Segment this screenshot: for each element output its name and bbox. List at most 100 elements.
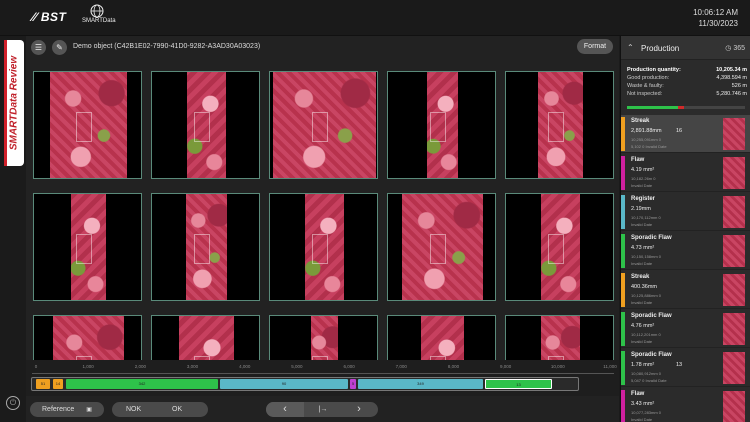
timeline-segment[interactable]: 13 [485, 379, 552, 389]
defect-list-item[interactable]: Streak 2,891.88mm 16 10,255,091mm 0 5,102 0 … [621, 115, 750, 153]
defect-position: 10,255,091mm 0 [631, 137, 662, 142]
defect-name: Flaw [631, 391, 645, 397]
edit-icon[interactable]: ✎ [52, 40, 67, 55]
defect-date: 5,102 0 Invalid Date [631, 144, 667, 149]
stat-row: Not inspected: 5,280.746 m [627, 90, 747, 98]
defect-list-item[interactable]: Flaw 4.19 mm² 10,182.26m 0 Invalid Date [621, 154, 750, 192]
timeline-segment[interactable]: 51 [36, 379, 50, 389]
left-strip: SMARTData Review ⏻ [0, 36, 26, 422]
jump-to-end-icon[interactable]: |→ [306, 402, 340, 417]
defect-image-thumbnail[interactable] [269, 193, 378, 301]
defect-position: 10,077,283mm 0 [631, 410, 662, 415]
defect-image-thumbnail[interactable] [33, 193, 142, 301]
timeline-tick-label: 5,000 [291, 364, 303, 369]
timeline-tick-label: 0 [34, 364, 38, 369]
stat-label: Not inspected: [627, 91, 663, 97]
defect-list: Streak 2,891.88mm 16 10,255,091mm 0 5,102 0 … [621, 115, 750, 422]
defect-list-item[interactable]: Streak 400.36mm 10,125,886mm 0 Invalid Dat… [621, 271, 750, 309]
bst-logo: ⁄⁄ BST [32, 10, 67, 24]
timeline-tick-label: 8,000 [447, 364, 460, 369]
stat-value: 526 m [731, 83, 747, 89]
defect-list-item[interactable]: Flaw 3.43 mm² 10,077,283mm 0 Invalid Date [621, 388, 750, 422]
nok-ok-toggle: NOK OK [112, 402, 208, 417]
timeline-tick-label: 7,000 [395, 364, 407, 369]
defect-value: 4.76 mm² [631, 323, 655, 329]
power-icon[interactable]: ⏻ [6, 396, 20, 410]
defect-position: 10,170,112mm 0 [631, 215, 661, 220]
defect-list-item[interactable]: Sporadic Flaw 4.73 mm² 10,150,158mm 0 Inva… [621, 232, 750, 270]
clock-time: 10:06:12 AM [693, 8, 738, 17]
smartdata-review-tab[interactable]: SMARTData Review [4, 40, 24, 166]
defect-date: Invalid Date [631, 417, 653, 422]
defect-position: 10,112,201mm 0 [631, 332, 661, 337]
defect-list-item[interactable]: Sporadic Flaw 4.76 mm² 10,112,201mm 0 Inva… [621, 310, 750, 348]
smartdata-logo: SMARTData [82, 4, 116, 24]
defect-date: Invalid Date [631, 339, 653, 344]
defect-image-thumbnail[interactable] [151, 71, 260, 179]
image-viewer: ☰ ✎ Demo object (C42B1E02-7990-41D0-9282… [26, 36, 619, 422]
defect-count: 16 [676, 128, 683, 134]
defect-position: 10,150,158mm 0 [631, 254, 662, 259]
timeline-segment[interactable]: 342 [66, 379, 218, 389]
bottom-bar: Reference ▣ NOK OK ‹ |→ › [26, 398, 619, 422]
defect-category-bar [621, 273, 625, 307]
tab-label-smart: SMART [8, 114, 20, 151]
defect-list-item[interactable]: Register 2.19mm 10,170,112mm 0 Invalid Dat… [621, 193, 750, 231]
defect-image-thumbnail[interactable] [505, 193, 614, 301]
defect-category-bar [621, 156, 625, 190]
clock: 10:06:12 AM 11/30/2023 [693, 7, 738, 29]
defect-date: 5,047 0 Invalid Date [631, 378, 667, 383]
defect-value: 4.73 mm² [631, 245, 655, 251]
defect-thumbnail [723, 274, 745, 306]
waste-progress-fill [677, 106, 684, 109]
defect-image-thumbnail[interactable] [505, 71, 614, 179]
timeline-bar[interactable]: 51 14 342 90 5 349 13 [31, 377, 579, 391]
event-count: ◷ 365 [725, 45, 745, 52]
defect-list-item[interactable]: Sporadic Flaw 1.78 mm² 13 10,080,912mm 0 5,0… [621, 349, 750, 387]
defect-marker [430, 234, 446, 264]
defect-date: Invalid Date [631, 183, 653, 188]
clock-date: 11/30/2023 [698, 19, 738, 28]
next-icon[interactable]: › [340, 402, 378, 417]
menu-icon[interactable]: ☰ [31, 40, 46, 55]
timeline-tick-label: 2,000 [134, 364, 146, 369]
timeline-segment[interactable]: 349 [358, 379, 483, 389]
defect-marker [548, 112, 564, 142]
nok-button[interactable]: NOK [126, 402, 141, 417]
defect-name: Flaw [631, 157, 645, 163]
defect-position: 10,125,886mm 0 [631, 293, 662, 298]
defect-category-bar [621, 351, 625, 385]
globe-icon [90, 4, 104, 18]
collapse-icon[interactable]: ⌃ [627, 43, 634, 52]
defect-image-thumbnail[interactable] [33, 71, 142, 179]
defect-image-thumbnail[interactable] [387, 193, 496, 301]
defect-value: 2.19mm [631, 206, 651, 212]
defect-thumbnail [723, 118, 745, 150]
defect-image-grid [33, 71, 615, 389]
defect-marker [76, 112, 92, 142]
defect-thumbnail [723, 157, 745, 189]
defect-image-thumbnail[interactable] [151, 193, 260, 301]
timeline[interactable]: 0 1,000 2,000 3,000 4,000 5,000 6,000 7,000 8,00… [26, 360, 619, 396]
defect-name: Sporadic Flaw [631, 352, 672, 358]
defect-name: Streak [631, 274, 650, 280]
timeline-tick-label: 9,000 [499, 364, 512, 369]
defect-image-thumbnail[interactable] [269, 71, 378, 179]
format-button[interactable]: Format [577, 39, 613, 54]
timeline-tick-label: 3,000 [186, 364, 199, 369]
defect-category-bar [621, 390, 625, 422]
object-title: Demo object (C42B1E02-7990-41D0-9282-A3A… [73, 43, 261, 50]
ok-button[interactable]: OK [172, 402, 182, 417]
timeline-segment[interactable]: 14 [53, 379, 63, 389]
previous-icon[interactable]: ‹ [266, 402, 304, 417]
timeline-segment[interactable]: 5 [350, 379, 356, 389]
stat-value: 4,398.594 m [716, 75, 747, 81]
reference-button[interactable]: Reference ▣ [30, 402, 104, 417]
good-progress-fill [627, 106, 678, 109]
timeline-segment[interactable]: 90 [220, 379, 348, 389]
timeline-tick-label: 11,000 [603, 364, 617, 369]
stat-row: Waste & faulty: 526 m [627, 82, 747, 90]
defect-image-thumbnail[interactable] [387, 71, 496, 179]
defect-value: 3.43 mm² [631, 401, 655, 407]
defect-name: Streak [631, 118, 650, 124]
